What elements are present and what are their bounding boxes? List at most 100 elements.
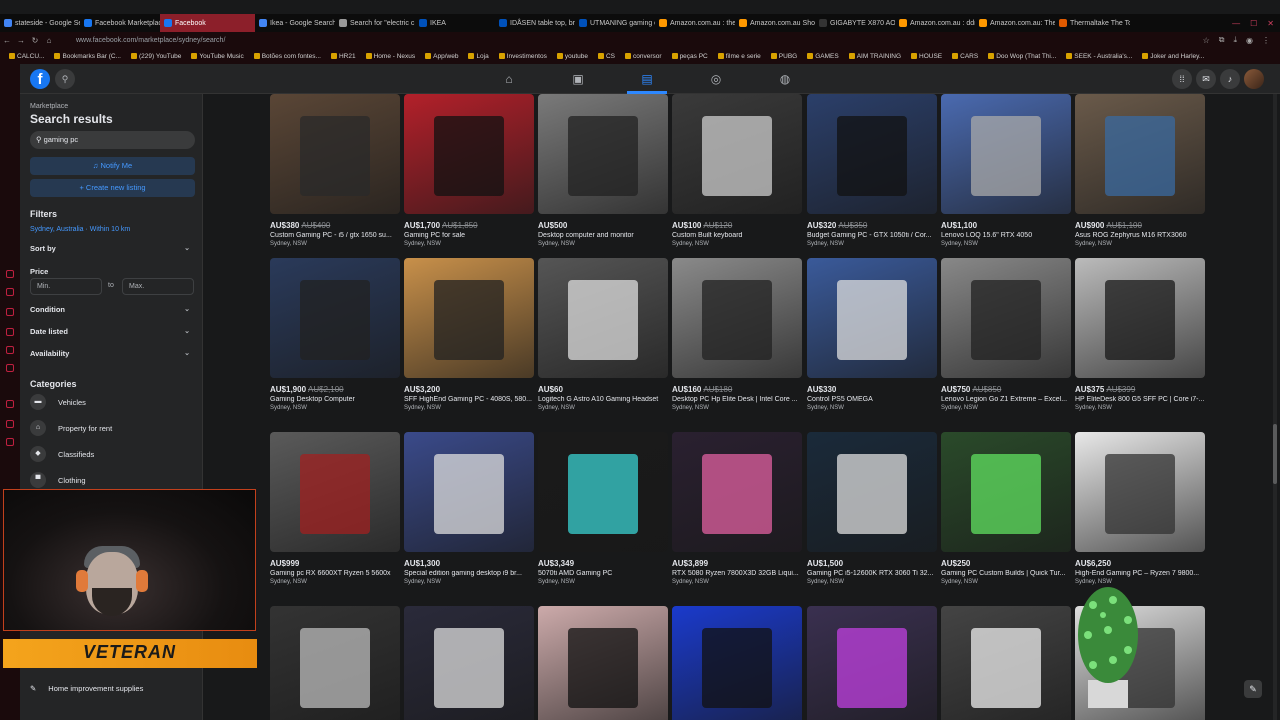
bookmark-item[interactable]: PUBG: [766, 53, 802, 60]
bookmark-item[interactable]: Home - Nexus: [361, 53, 421, 60]
bookmark-item[interactable]: Investimentos: [494, 53, 552, 60]
listing-card[interactable]: [672, 606, 802, 720]
browser-tab[interactable]: stateside - Google Se: [0, 14, 80, 32]
price-max-input[interactable]: Max.: [122, 278, 194, 295]
listing-photo[interactable]: [941, 606, 1071, 720]
browser-tab[interactable]: UTMANING gaming c: [575, 14, 655, 32]
listing-card[interactable]: AU$500 Desktop computer and monitor Sydney…: [538, 94, 668, 247]
listing-card[interactable]: AU$6,250 High-End Gaming PC – Ryzen 7 980…: [1075, 432, 1205, 585]
sort-by-dropdown[interactable]: Sort by ⌄: [30, 244, 190, 253]
listing-card[interactable]: AU$999 Gaming pc RX 6600XT Ryzen 5 5600x S…: [270, 432, 400, 585]
home-nav-icon[interactable]: ⌂: [501, 71, 517, 87]
bookmark-item[interactable]: Loja: [463, 53, 493, 60]
listing-card[interactable]: AU$60 Logitech G Astro A10 Gaming Headset…: [538, 258, 668, 411]
side-app-icon[interactable]: [6, 288, 14, 296]
listing-card[interactable]: AU$1,700 AU$1,850 Gaming PC for sale Sydney…: [404, 94, 534, 247]
browser-tab[interactable]: IDÅSEN table top, bro: [495, 14, 575, 32]
profile-icon[interactable]: ◉: [1246, 36, 1253, 45]
listing-photo[interactable]: [538, 432, 668, 552]
listing-card[interactable]: [404, 606, 534, 720]
listing-card[interactable]: AU$375 AU$399 HP EliteDesk 800 G5 SFF PC |…: [1075, 258, 1205, 411]
listing-photo[interactable]: [270, 432, 400, 552]
home-icon[interactable]: ⌂: [42, 36, 56, 45]
listing-card[interactable]: AU$330 Control PS5 OMEGA Sydney, NSW: [807, 258, 937, 411]
create-listing-button[interactable]: + Create new listing: [30, 179, 195, 197]
listing-photo[interactable]: [807, 94, 937, 214]
side-app-icon[interactable]: [6, 364, 14, 372]
listing-photo[interactable]: [1075, 432, 1205, 552]
bookmark-item[interactable]: Bookmarks Bar (C...: [49, 53, 126, 60]
side-app-icon[interactable]: [6, 438, 14, 446]
listing-photo[interactable]: [270, 606, 400, 720]
listing-photo[interactable]: [1075, 94, 1205, 214]
listing-card[interactable]: [941, 606, 1071, 720]
listing-photo[interactable]: [404, 606, 534, 720]
side-app-icon[interactable]: [6, 308, 14, 316]
bookmark-item[interactable]: Botões com fontes...: [249, 53, 326, 60]
page-scrollbar[interactable]: [1273, 94, 1277, 720]
category-vehicles[interactable]: ▬ Vehicles: [30, 394, 86, 410]
category-classifieds[interactable]: ◆ Classifieds: [30, 446, 94, 462]
listing-photo[interactable]: [672, 258, 802, 378]
notify-me-button[interactable]: ♫ Notify Me: [30, 157, 195, 175]
listing-photo[interactable]: [404, 432, 534, 552]
listing-photo[interactable]: [1075, 258, 1205, 378]
video-nav-icon[interactable]: ▣: [570, 71, 586, 87]
menu-grid-icon[interactable]: ⁞⁞: [1172, 69, 1192, 89]
bookmark-item[interactable]: CS: [593, 53, 620, 60]
gaming-nav-icon[interactable]: ◍: [777, 71, 793, 87]
browser-tab[interactable]: Ikea - Google Search: [255, 14, 335, 32]
category-home-improvement[interactable]: ✎ Home improvement supplies: [30, 684, 143, 693]
download-icon[interactable]: ⤓: [1233, 35, 1237, 45]
url-field[interactable]: www.facebook.com/marketplace/sydney/sear…: [76, 37, 225, 44]
browser-tab[interactable]: IKEA: [415, 14, 495, 32]
listing-photo[interactable]: [941, 432, 1071, 552]
back-icon[interactable]: ←: [0, 36, 14, 45]
side-app-icon[interactable]: [6, 328, 14, 336]
listing-photo[interactable]: [941, 258, 1071, 378]
listing-photo[interactable]: [941, 94, 1071, 214]
date-listed-dropdown[interactable]: Date listed ⌄: [30, 327, 190, 336]
extensions-icon[interactable]: ⧉: [1219, 35, 1225, 45]
bookmark-item[interactable]: CARS: [947, 53, 983, 60]
bookmark-item[interactable]: SEEK - Australia's...: [1061, 53, 1137, 60]
category-clothing[interactable]: ▀ Clothing: [30, 472, 86, 488]
side-app-icon[interactable]: [6, 270, 14, 278]
listing-photo[interactable]: [807, 606, 937, 720]
listing-card[interactable]: AU$1,100 Lenovo LOQ 15.6" RTX 4050 Sydney,…: [941, 94, 1071, 247]
bookmark-item[interactable]: App/web: [420, 53, 463, 60]
side-app-icon[interactable]: [6, 400, 14, 408]
bookmark-item[interactable]: youtube: [552, 53, 593, 60]
listing-card[interactable]: AU$750 AU$850 Lenovo Legion Go Z1 Extreme …: [941, 258, 1071, 411]
listing-card[interactable]: [538, 606, 668, 720]
search-icon[interactable]: ⚲: [55, 69, 75, 89]
category-property-for-rent[interactable]: ⌂ Property for rent: [30, 420, 112, 436]
browser-tab[interactable]: Amazon.com.au : ddr: [895, 14, 975, 32]
listing-photo[interactable]: [807, 432, 937, 552]
browser-tab[interactable]: Facebook: [160, 14, 255, 32]
location-filter-link[interactable]: Sydney, Australia · Within 10 km: [30, 226, 130, 233]
close-icon[interactable]: ✕: [1267, 19, 1274, 28]
listing-photo[interactable]: [807, 258, 937, 378]
bookmark-item[interactable]: (229) YouTube: [126, 53, 186, 60]
browser-tab[interactable]: Search for "electric c: [335, 14, 415, 32]
browser-tab[interactable]: Amazon.com.au Sho: [735, 14, 815, 32]
compose-message-icon[interactable]: ✎: [1244, 680, 1262, 698]
browser-tab[interactable]: Facebook Marketplac: [80, 14, 160, 32]
listing-card[interactable]: [270, 606, 400, 720]
facebook-logo-icon[interactable]: f: [30, 69, 50, 89]
bookmark-item[interactable]: HOUSE: [906, 53, 947, 60]
listing-photo[interactable]: [538, 94, 668, 214]
browser-tab[interactable]: Thermaltake The Tow: [1055, 14, 1130, 32]
messenger-icon[interactable]: ✉: [1196, 69, 1216, 89]
listing-photo[interactable]: [404, 258, 534, 378]
listing-card[interactable]: AU$250 Gaming PC Custom Builds | Quick Tu…: [941, 432, 1071, 585]
bookmark-item[interactable]: YouTube Music: [186, 53, 248, 60]
listing-card[interactable]: AU$1,300 Special edition gaming desktop i…: [404, 432, 534, 585]
menu-icon[interactable]: ⋮: [1262, 36, 1270, 45]
marketplace-search-input[interactable]: ⚲ gaming pc: [30, 131, 195, 149]
bookmark-item[interactable]: Doo Wop (That Thi...: [983, 53, 1061, 60]
listing-photo[interactable]: [270, 94, 400, 214]
listing-card[interactable]: AU$320 AU$350 Budget Gaming PC - GTX 1050t…: [807, 94, 937, 247]
listing-photo[interactable]: [270, 258, 400, 378]
